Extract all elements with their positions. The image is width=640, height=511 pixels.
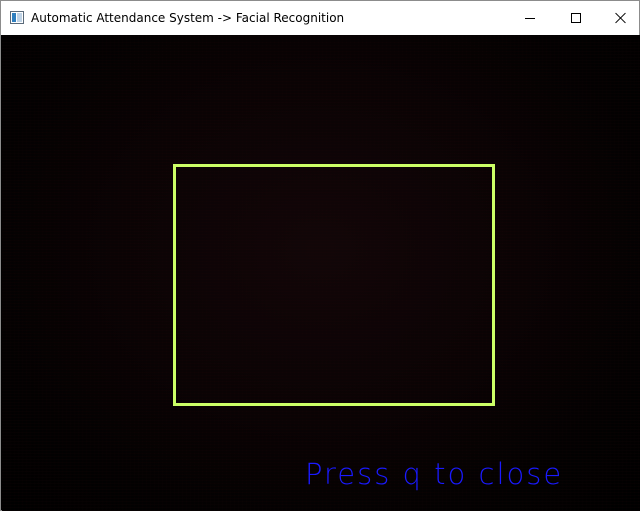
window-title: Automatic Attendance System -> Facial Re… [31, 11, 345, 25]
app-window: Automatic Attendance System -> Facial Re… [0, 0, 640, 511]
close-instruction-text: Press q to close [305, 457, 564, 491]
app-window-icon[interactable] [10, 11, 24, 24]
minimize-icon [525, 17, 535, 19]
title-bar[interactable]: Automatic Attendance System -> Facial Re… [1, 1, 639, 35]
maximize-button[interactable] [553, 1, 599, 35]
minimize-button[interactable] [507, 1, 553, 35]
close-button[interactable] [598, 1, 640, 35]
face-detection-box [173, 164, 495, 406]
maximize-icon [571, 13, 581, 23]
close-icon [615, 12, 627, 24]
camera-feed: Press q to close [2, 35, 640, 511]
